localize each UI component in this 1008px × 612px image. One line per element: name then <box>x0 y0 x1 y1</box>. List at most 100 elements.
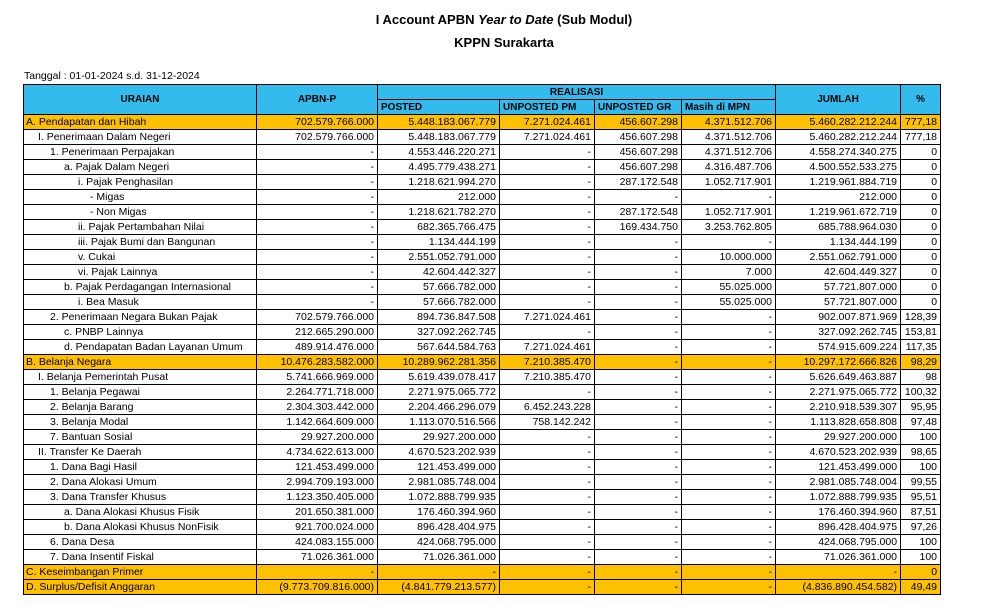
cell-apbnp: 212.665.290.000 <box>256 324 378 340</box>
cell-jumlah: 1.113.828.658.808 <box>775 414 902 430</box>
cell-masih-mpn: - <box>680 324 777 340</box>
cell-apbnp: - <box>256 204 378 220</box>
cell-masih-mpn: - <box>680 429 777 445</box>
cell-masih-mpn: - <box>680 474 777 490</box>
table-row: b. Dana Alokasi Khusus NonFisik 921.700.0… <box>23 519 942 535</box>
cell-posted: 71.026.361.000 <box>377 549 500 565</box>
cell-jumlah: 71.026.361.000 <box>775 549 902 565</box>
cell-jumlah: 4.558.274.340.275 <box>775 144 902 160</box>
cell-posted: 1.218.621.782.270 <box>377 204 500 220</box>
cell-unposted-pm: - <box>499 264 595 280</box>
cell-persen: 100 <box>900 549 942 565</box>
cell-unposted-gr: 456.607.298 <box>594 114 682 130</box>
cell-posted: 212.000 <box>377 189 500 205</box>
cell-posted: 4.495.779.438.271 <box>377 159 500 175</box>
table-row: A. Pendapatan dan Hibah 702.579.766.000 5.… <box>23 114 942 130</box>
cell-jumlah: 902.007.871.969 <box>775 309 902 325</box>
cell-unposted-gr: - <box>594 534 682 550</box>
cell-unposted-gr: - <box>594 504 682 520</box>
cell-apbnp: - <box>256 564 378 580</box>
cell-persen: 95,95 <box>900 399 942 415</box>
cell-apbnp: - <box>256 234 378 250</box>
table-row: B. Belanja Negara 10.476.283.582.000 10.28… <box>23 354 942 370</box>
cell-unposted-gr: - <box>594 444 682 460</box>
cell-uraian: B. Belanja Negara <box>23 354 257 370</box>
cell-unposted-gr: - <box>594 189 682 205</box>
cell-jumlah: (4.836.890.454.582) <box>775 579 902 595</box>
cell-masih-mpn: - <box>680 189 777 205</box>
cell-posted: 29.927.200.000 <box>377 429 500 445</box>
cell-masih-mpn: - <box>680 339 777 355</box>
cell-persen: 100,32 <box>900 384 942 400</box>
cell-uraian: c. PNBP Lainnya <box>23 324 257 340</box>
cell-uraian: 3. Belanja Modal <box>23 414 257 430</box>
cell-persen: 0 <box>900 144 942 160</box>
cell-uraian: 2. Belanja Barang <box>23 399 257 415</box>
cell-jumlah: 1.219.961.672.719 <box>775 204 902 220</box>
cell-posted: 1.072.888.799.935 <box>377 489 500 505</box>
cell-unposted-gr: 169.434.750 <box>594 219 682 235</box>
cell-jumlah: - <box>775 564 902 580</box>
cell-uraian: 6. Dana Desa <box>23 534 257 550</box>
cell-masih-mpn: - <box>680 384 777 400</box>
cell-uraian: 1. Dana Bagi Hasil <box>23 459 257 475</box>
cell-apbnp: - <box>256 279 378 295</box>
cell-jumlah: 2.981.085.748.004 <box>775 474 902 490</box>
cell-persen: 49,49 <box>900 579 942 595</box>
cell-unposted-pm: - <box>499 294 595 310</box>
cell-unposted-pm: - <box>499 204 595 220</box>
cell-posted: 176.460.394.960 <box>377 504 500 520</box>
table-row: a. Pajak Dalam Negeri -4.495.779.438.271-… <box>23 159 942 175</box>
cell-apbnp: 1.142.664.609.000 <box>256 414 378 430</box>
table-row: i. Bea Masuk -57.666.782.000- -55.025.000 5… <box>23 294 942 310</box>
cell-uraian: 7. Bantuan Sosial <box>23 429 257 445</box>
cell-jumlah: 176.460.394.960 <box>775 504 902 520</box>
cell-persen: 100 <box>900 534 942 550</box>
cell-masih-mpn: 1.052.717.901 <box>680 204 777 220</box>
col-header-posted: POSTED <box>377 99 500 115</box>
cell-posted: 4.553.446.220.271 <box>377 144 500 160</box>
cell-uraian: I. Belanja Pemerintah Pusat <box>23 369 257 385</box>
cell-posted: 5.448.183.067.779 <box>377 114 500 130</box>
cell-jumlah: 10.297.172.666.826 <box>775 354 902 370</box>
cell-persen: 777,18 <box>900 129 942 145</box>
table-row: 2. Belanja Barang 2.304.303.442.000 2.204.… <box>23 399 942 415</box>
table-row: iii. Pajak Bumi dan Bangunan -1.134.444.1… <box>23 234 942 250</box>
cell-unposted-pm: - <box>499 279 595 295</box>
col-header-unposted-pm: UNPOSTED PM <box>499 99 595 115</box>
cell-persen: 98,65 <box>900 444 942 460</box>
cell-masih-mpn: - <box>680 549 777 565</box>
cell-masih-mpn: 3.253.762.805 <box>680 219 777 235</box>
cell-posted: 10.289.962.281.356 <box>377 354 500 370</box>
date-range: Tanggal : 01-01-2024 s.d. 31-12-2024 <box>24 70 200 82</box>
cell-persen: 98 <box>900 369 942 385</box>
cell-uraian: a. Pajak Dalam Negeri <box>23 159 257 175</box>
table-row: 7. Dana Insentif Fiskal 71.026.361.000 71.… <box>23 549 942 565</box>
cell-masih-mpn: 7.000 <box>680 264 777 280</box>
cell-apbnp: - <box>256 189 378 205</box>
cell-unposted-gr: - <box>594 294 682 310</box>
table-row: d. Pendapatan Badan Layanan Umum 489.914.… <box>23 339 942 355</box>
cell-jumlah: 896.428.404.975 <box>775 519 902 535</box>
cell-apbnp: 121.453.499.000 <box>256 459 378 475</box>
cell-unposted-pm: - <box>499 519 595 535</box>
col-header-unposted-gr: UNPOSTED GR <box>594 99 682 115</box>
cell-apbnp: 2.264.771.718.000 <box>256 384 378 400</box>
cell-apbnp: 29.927.200.000 <box>256 429 378 445</box>
cell-unposted-gr: - <box>594 339 682 355</box>
cell-posted: 2.271.975.065.772 <box>377 384 500 400</box>
cell-apbnp: - <box>256 294 378 310</box>
cell-unposted-gr: - <box>594 324 682 340</box>
cell-unposted-gr: - <box>594 309 682 325</box>
cell-unposted-gr: - <box>594 564 682 580</box>
title-italic: Year to Date <box>478 12 554 27</box>
table-row: 2. Penerimaan Negara Bukan Pajak 702.579.… <box>23 309 942 325</box>
cell-uraian: 2. Penerimaan Negara Bukan Pajak <box>23 309 257 325</box>
cell-uraian: b. Dana Alokasi Khusus NonFisik <box>23 519 257 535</box>
cell-unposted-gr: - <box>594 549 682 565</box>
cell-masih-mpn: - <box>680 354 777 370</box>
cell-posted: 1.134.444.199 <box>377 234 500 250</box>
table-row: 1. Belanja Pegawai 2.264.771.718.000 2.271… <box>23 384 942 400</box>
cell-jumlah: 57.721.807.000 <box>775 279 902 295</box>
cell-uraian: i. Bea Masuk <box>23 294 257 310</box>
